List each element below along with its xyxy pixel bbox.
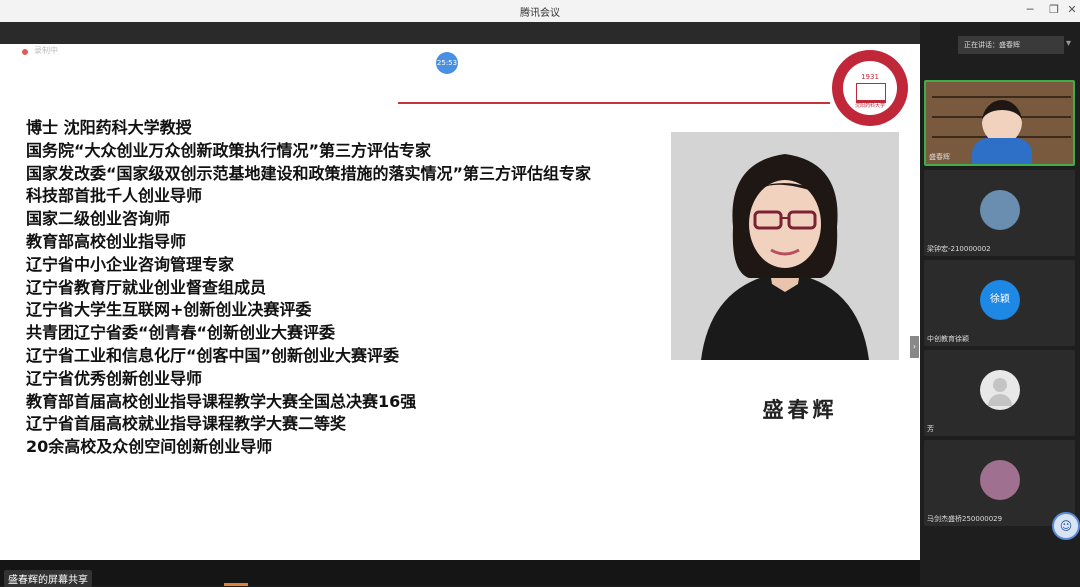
- speaking-indicator: 正在讲话：盛春辉: [958, 36, 1064, 54]
- restore-icon[interactable]: ❐: [1046, 3, 1062, 17]
- credential-line: 国家二级创业咨询师: [26, 209, 171, 229]
- credential-line: 教育部首届高校创业指导课程教学大赛全国总决赛16强: [26, 391, 417, 411]
- participant-tile-4[interactable]: 芳: [924, 350, 1075, 436]
- credential-line: 博士 沈阳药科大学教授: [26, 118, 192, 137]
- credential-line: 辽宁省首届高校就业指导课程教学大赛二等奖: [26, 414, 347, 434]
- slide-divider: [398, 102, 830, 104]
- credential-line: 科技部首批千人创业导师: [26, 186, 203, 206]
- credential-line: 教育部高校创业指导师: [26, 231, 187, 251]
- participant-name: 中创教育徐颖: [927, 335, 969, 343]
- screen-share-label: 盛春辉的屏幕共享: [4, 570, 92, 587]
- participant-name: 马剑杰盛桥250000029: [927, 515, 1003, 523]
- credential-line: 国务院“大众创业万众创新政策执行情况”第三方评估专家: [26, 140, 432, 160]
- assistant-float-icon[interactable]: ☺: [1052, 512, 1080, 540]
- avatar: [980, 190, 1020, 230]
- logo-year: 1931: [861, 73, 879, 81]
- building-icon: [856, 83, 886, 103]
- participant-name: 盛春辉: [929, 153, 950, 161]
- credential-line: 辽宁省教育厅就业创业督查组成员: [26, 277, 267, 297]
- sidebar-more-icon[interactable]: ▾: [1066, 38, 1071, 49]
- participant-name: 芳: [927, 425, 934, 433]
- credential-line: 共青团辽宁省委“创青春“创新创业大赛评委: [26, 323, 336, 343]
- credential-line: 辽宁省工业和信息化厅“创客中国”创新创业大赛评委: [26, 345, 400, 365]
- close-icon[interactable]: ✕: [1064, 3, 1080, 17]
- speaker-name: 盛春辉: [762, 398, 838, 422]
- record-icon: [22, 49, 28, 55]
- credential-line: 辽宁省中小企业咨询管理专家: [26, 254, 235, 274]
- participant-tile-5[interactable]: 马剑杰盛桥250000029: [924, 440, 1075, 526]
- credential-line: 国家发改委“国家级双创示范基地建设和政策措施的落实情况”第三方评估组专家: [26, 163, 592, 183]
- participant-tile-1[interactable]: 盛春辉: [924, 80, 1075, 166]
- recording-label: 录制中: [34, 46, 58, 55]
- meeting-timer: 25:53: [436, 52, 458, 74]
- credential-line: 辽宁省优秀创新创业导师: [26, 368, 203, 388]
- shared-slide: 录制中 25:53 1931 沈阳药科大学 博士 沈阳药科大学教授国务院“大众创…: [0, 44, 920, 560]
- collapse-sidebar-icon[interactable]: ›: [910, 336, 919, 358]
- credential-line: 20余高校及众创空间创新创业导师: [26, 437, 273, 457]
- participant-tile-3[interactable]: 徐颖 中创教育徐颖: [924, 260, 1075, 346]
- avatar: 徐颖: [980, 280, 1020, 320]
- share-toolbar: [0, 22, 920, 44]
- minimize-icon[interactable]: ─: [1022, 3, 1038, 17]
- credential-line: 辽宁省大学生互联网+创新创业决赛评委: [26, 300, 312, 320]
- credentials-list: 博士 沈阳药科大学教授国务院“大众创业万众创新政策执行情况”第三方评估专家国家发…: [26, 117, 591, 459]
- speaker-photo: [671, 132, 899, 360]
- window-title: 腾讯会议: [520, 8, 560, 19]
- participant-name: 梁钟宏-210000002: [927, 245, 991, 253]
- avatar: [980, 460, 1020, 500]
- participant-tile-2[interactable]: 梁钟宏-210000002: [924, 170, 1075, 256]
- title-bar: 腾讯会议 ─ ❐ ✕: [0, 0, 1080, 23]
- logo-name: 沈阳药科大学: [854, 103, 885, 109]
- bottom-bar: [0, 560, 920, 586]
- default-avatar-icon: [980, 370, 1020, 410]
- university-logo: 1931 沈阳药科大学: [832, 50, 908, 126]
